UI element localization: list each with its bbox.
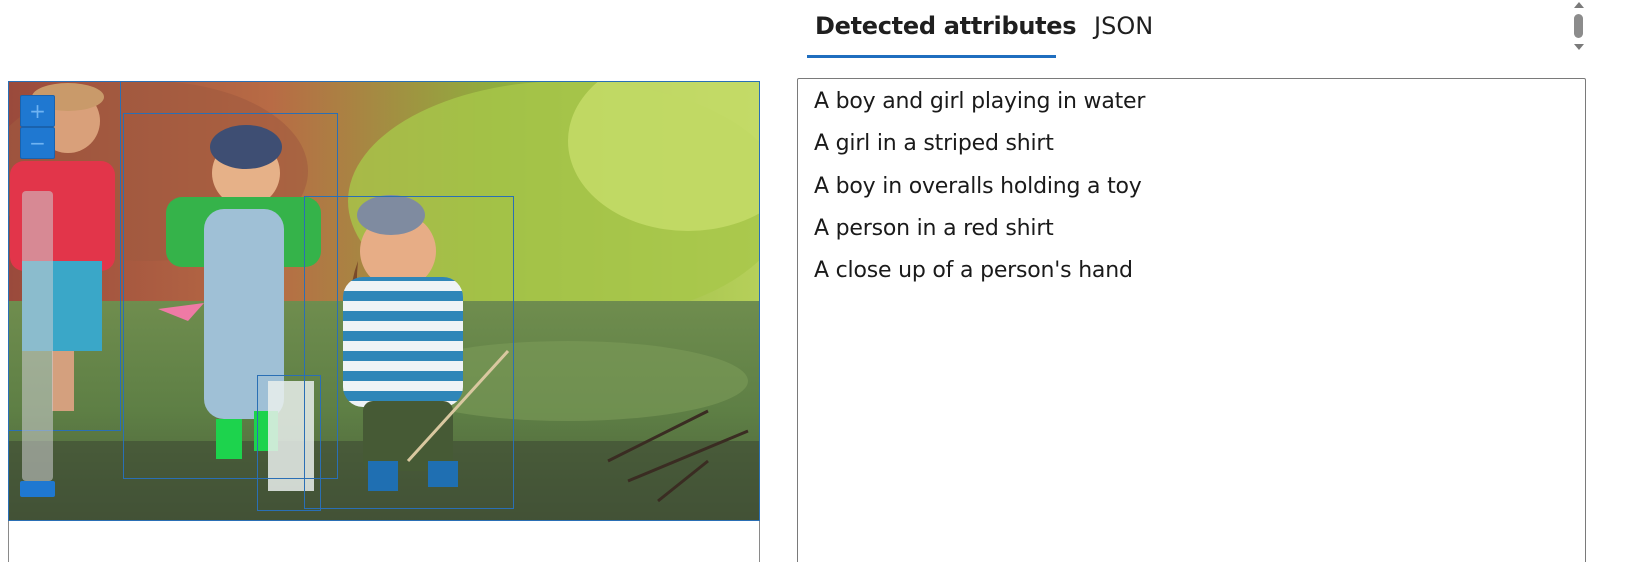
zoom-control: + −: [20, 95, 56, 497]
triangle-up-icon[interactable]: [1574, 2, 1584, 8]
attribute-item: A boy in overalls holding a toy: [814, 174, 1142, 199]
attribute-item: A girl in a striped shirt: [814, 131, 1054, 156]
page-scrollbar[interactable]: [1570, 0, 1588, 56]
app-root: + − Detected attributes JSON A boy and g…: [0, 0, 1627, 562]
attributes-panel[interactable]: A boy and girl playing in water A girl i…: [797, 78, 1586, 562]
tab-json[interactable]: JSON: [1094, 12, 1153, 40]
attribute-item: A close up of a person's hand: [814, 258, 1133, 283]
zoom-slider-handle[interactable]: [20, 481, 55, 497]
tab-detected-attributes[interactable]: Detected attributes: [815, 12, 1077, 40]
zoom-in-button[interactable]: +: [20, 95, 55, 127]
triangle-down-icon[interactable]: [1574, 44, 1584, 50]
minus-icon: −: [29, 131, 46, 155]
active-tab-indicator: [807, 55, 1056, 58]
attribute-item: A boy and girl playing in water: [814, 89, 1146, 114]
zoom-slider-track[interactable]: [22, 191, 53, 481]
zoom-out-button[interactable]: −: [20, 127, 55, 159]
bbox-girl-in-striped-shirt[interactable]: [304, 196, 514, 509]
scrollbar-thumb[interactable]: [1574, 14, 1583, 38]
attribute-item: A person in a red shirt: [814, 216, 1054, 241]
plus-icon: +: [29, 99, 46, 123]
bbox-persons-hand[interactable]: [257, 375, 321, 511]
